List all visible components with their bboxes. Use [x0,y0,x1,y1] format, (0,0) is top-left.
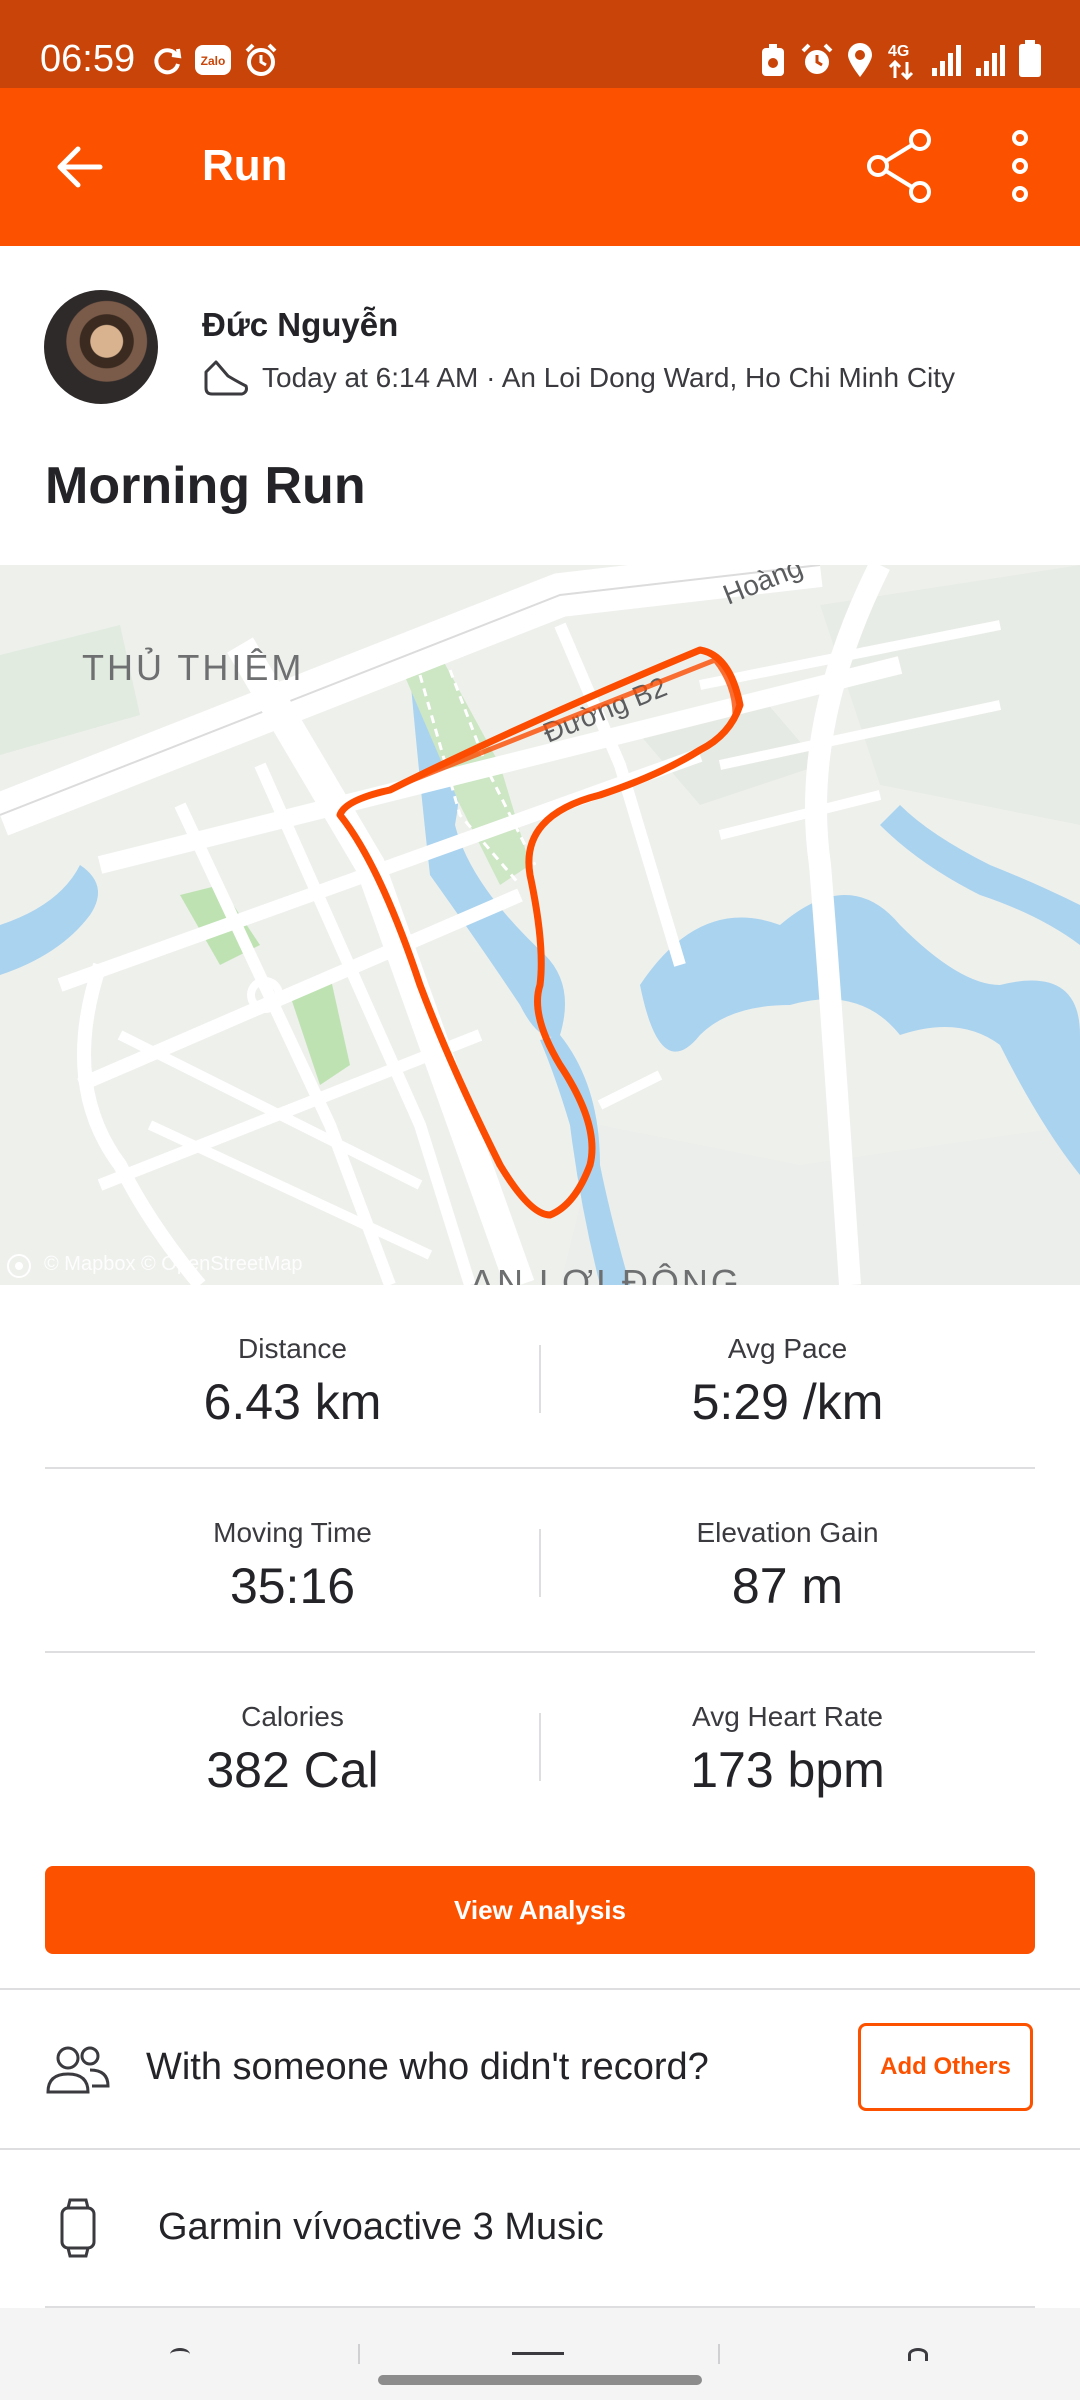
avatar[interactable] [44,290,158,404]
alarm-icon [801,43,833,74]
activity-meta-text: Today at 6:14 AM · An Loi Dong Ward, Ho … [262,362,956,393]
network-label: 4G [888,43,909,60]
athlete-name[interactable]: Đức Nguyễn [202,306,398,344]
stat-label: Moving Time [213,1517,372,1548]
stats-row: Moving Time 35:16 Elevation Gain 87 m [45,1469,1035,1653]
zalo-icon: Zalo [195,45,231,75]
gesture-bar[interactable] [378,2375,702,2385]
stat-label: Avg Heart Rate [692,1701,883,1732]
stat-avg-pace: Avg Pace 5:29 /km [540,1285,1035,1467]
stat-elevation-gain: Elevation Gain 87 m [540,1469,1035,1651]
stat-value: 6.43 km [203,1374,382,1430]
status-time: 06:59 [40,38,136,80]
stat-value: 173 bpm [690,1742,885,1798]
stat-moving-time: Moving Time 35:16 [45,1469,540,1651]
route-map[interactable]: THỦ THIÊM Đường B2 Hoàng AN LỢI ĐÔNG © M… [0,565,1080,1285]
battery-icon [1019,40,1041,77]
more-vertical-icon[interactable] [1000,128,1040,204]
group-icon [46,2046,110,2094]
battery-saver-icon [762,44,784,76]
network-4g-icon: 4G [888,43,914,80]
stats-row: Calories 382 Cal Avg Heart Rate 173 bpm [45,1653,1035,1835]
nav-recent-button[interactable] [512,2352,564,2361]
bottom-navigation [0,2308,1080,2400]
stat-value: 87 m [731,1558,844,1614]
stat-value: 382 Cal [206,1742,379,1798]
view-analysis-button[interactable]: View Analysis [45,1866,1035,1954]
stats-grid: Distance 6.43 km Avg Pace 5:29 /km Movin… [45,1285,1035,1835]
with-others-prompt: With someone who didn't record? [146,2046,709,2088]
stat-distance: Distance 6.43 km [45,1285,540,1467]
stat-label: Calories [241,1701,344,1732]
share-icon[interactable] [864,128,936,204]
nav-home-button[interactable] [170,2348,190,2361]
app-bar: Run [0,88,1080,246]
stat-value: 5:29 /km [691,1374,884,1430]
map-label-district: THỦ THIÊM [82,646,304,688]
back-button[interactable] [52,140,106,194]
add-others-button[interactable]: Add Others [858,2023,1033,2111]
nav-divider [358,2344,360,2364]
stat-avg-heart-rate: Avg Heart Rate 173 bpm [540,1653,1035,1835]
stat-label: Elevation Gain [696,1517,879,1548]
stat-calories: Calories 382 Cal [45,1653,540,1835]
stat-label: Distance [238,1333,347,1364]
map-attribution[interactable]: © Mapbox © OpenStreetMap [44,1253,303,1276]
mapbox-logo-icon [7,1254,31,1278]
stat-value: 35:16 [229,1558,356,1614]
device-name[interactable]: Garmin vívoactive 3 Music [158,2206,604,2249]
signal-icon [976,45,1005,76]
stats-row: Distance 6.43 km Avg Pace 5:29 /km [45,1285,1035,1469]
sync-icon [154,48,182,75]
map-canvas: THỦ THIÊM Đường B2 Hoàng AN LỢI ĐÔNG [0,565,1080,1285]
nav-profile-button[interactable] [908,2348,928,2361]
alarm-icon [245,43,277,76]
shoe-icon [204,360,248,396]
map-label-ward: AN LỢI ĐÔNG [470,1262,742,1285]
nav-divider [718,2344,720,2364]
watch-icon [60,2198,96,2258]
divider [0,2148,1080,2150]
page-title: Run [202,141,288,190]
signal-icon [932,45,961,76]
zalo-label: Zalo [201,54,226,68]
stat-label: Avg Pace [727,1333,848,1364]
activity-meta: Today at 6:14 AM · An Loi Dong Ward, Ho … [202,358,955,398]
activity-title: Morning Run [45,457,366,515]
divider [0,1988,1080,1990]
location-icon [848,43,872,77]
status-bar: 06:59 Zalo 4G [0,0,1080,88]
